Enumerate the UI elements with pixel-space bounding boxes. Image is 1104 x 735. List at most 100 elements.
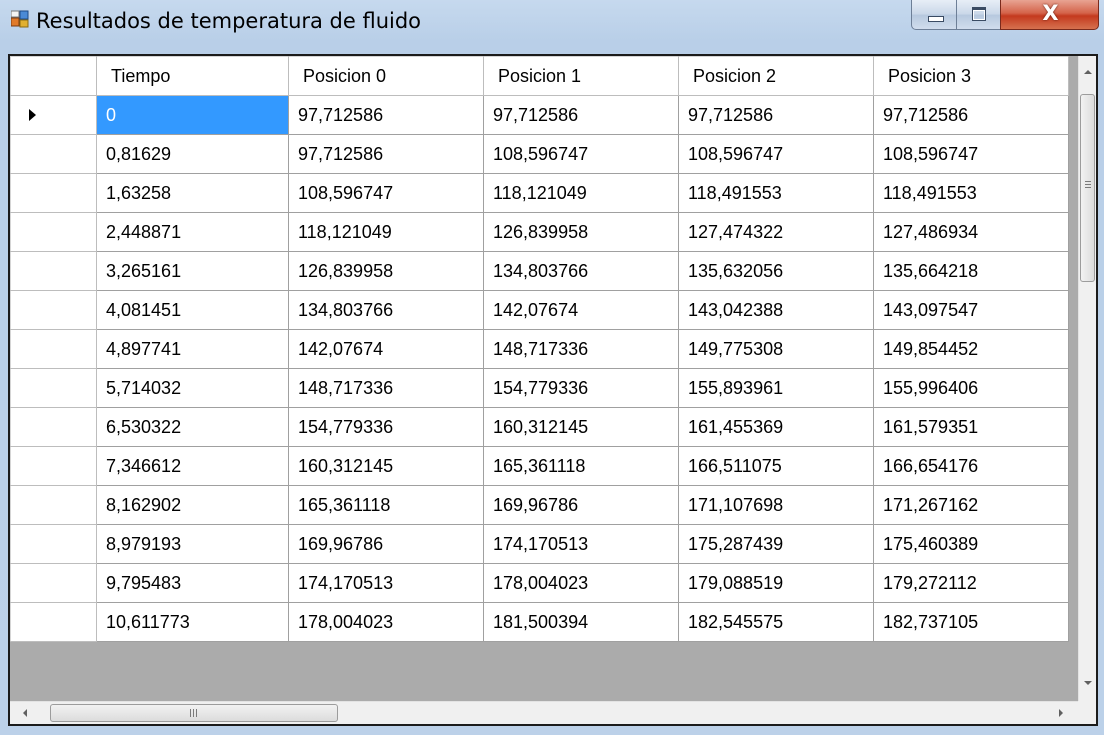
grid-cell[interactable]: 149,854452 bbox=[873, 329, 1069, 369]
grid-cell[interactable]: 179,272112 bbox=[873, 563, 1069, 603]
grid-cell[interactable]: 1,63258 bbox=[96, 173, 289, 213]
title-bar[interactable]: Resultados de temperatura de fluido X bbox=[0, 0, 1104, 44]
grid-cell[interactable]: 6,530322 bbox=[96, 407, 289, 447]
vertical-scroll-thumb[interactable] bbox=[1080, 94, 1095, 282]
grid-cell[interactable]: 127,486934 bbox=[873, 212, 1069, 252]
grid-cell[interactable]: 148,717336 bbox=[483, 329, 679, 369]
grid-cell[interactable]: 5,714032 bbox=[96, 368, 289, 408]
grid-cell[interactable]: 182,545575 bbox=[678, 602, 874, 642]
grid-cell[interactable]: 178,004023 bbox=[483, 563, 679, 603]
row-header-cell[interactable] bbox=[10, 485, 97, 525]
table-row[interactable]: 9,795483 174,170513 178,004023 179,088519 17… bbox=[10, 563, 1069, 603]
table-row[interactable]: 1,63258 108,596747 118,121049 118,491553 118… bbox=[10, 173, 1069, 213]
row-header-cell[interactable] bbox=[10, 446, 97, 486]
row-header-cell[interactable] bbox=[10, 602, 97, 642]
grid-cell[interactable]: 8,979193 bbox=[96, 524, 289, 564]
horizontal-scrollbar[interactable] bbox=[10, 701, 1078, 724]
grid-cell[interactable]: 126,839958 bbox=[483, 212, 679, 252]
table-row[interactable]: 4,081451 134,803766 142,07674 143,042388 143… bbox=[10, 290, 1069, 330]
row-header-cell[interactable] bbox=[10, 251, 97, 291]
vertical-scrollbar[interactable] bbox=[1078, 56, 1096, 701]
column-header-2[interactable]: Posicion 1 bbox=[483, 56, 679, 96]
grid-cell[interactable]: 2,448871 bbox=[96, 212, 289, 252]
grid-cell[interactable]: 108,596747 bbox=[483, 134, 679, 174]
scroll-down-button[interactable] bbox=[1079, 665, 1097, 701]
grid-cell[interactable]: 127,474322 bbox=[678, 212, 874, 252]
row-header-cell[interactable] bbox=[10, 407, 97, 447]
grid-cell[interactable]: 154,779336 bbox=[483, 368, 679, 408]
grid-cell[interactable]: 171,107698 bbox=[678, 485, 874, 525]
grid-cell[interactable]: 182,737105 bbox=[873, 602, 1069, 642]
grid-cell[interactable]: 118,491553 bbox=[873, 173, 1069, 213]
grid-cell[interactable]: 0,81629 bbox=[96, 134, 289, 174]
grid-cell[interactable]: 3,265161 bbox=[96, 251, 289, 291]
table-row[interactable]: 0 97,712586 97,712586 97,712586 97,712586 bbox=[10, 95, 1069, 135]
row-header-cell[interactable] bbox=[10, 173, 97, 213]
grid-cell[interactable]: 179,088519 bbox=[678, 563, 874, 603]
grid-cell[interactable]: 171,267162 bbox=[873, 485, 1069, 525]
grid-cell[interactable]: 142,07674 bbox=[288, 329, 484, 369]
scroll-up-button[interactable] bbox=[1079, 56, 1097, 92]
app-icon[interactable] bbox=[11, 10, 29, 28]
grid-cell[interactable]: 175,460389 bbox=[873, 524, 1069, 564]
grid-cell[interactable]: 97,712586 bbox=[678, 95, 874, 135]
top-left-header-cell[interactable] bbox=[10, 56, 97, 96]
scroll-right-button[interactable] bbox=[1044, 702, 1078, 724]
grid-cell[interactable]: 160,312145 bbox=[288, 446, 484, 486]
grid-cell[interactable]: 148,717336 bbox=[288, 368, 484, 408]
grid-cell[interactable]: 165,361118 bbox=[483, 446, 679, 486]
grid-cell[interactable]: 169,96786 bbox=[483, 485, 679, 525]
table-row[interactable]: 4,897741 142,07674 148,717336 149,775308 149… bbox=[10, 329, 1069, 369]
table-row[interactable]: 10,611773 178,004023 181,500394 182,545575 1… bbox=[10, 602, 1069, 642]
table-row[interactable]: 2,448871 118,121049 126,839958 127,474322 12… bbox=[10, 212, 1069, 252]
minimize-button[interactable] bbox=[911, 0, 957, 30]
grid-cell[interactable]: 7,346612 bbox=[96, 446, 289, 486]
grid-cell[interactable]: 174,170513 bbox=[483, 524, 679, 564]
grid-cell[interactable]: 118,121049 bbox=[483, 173, 679, 213]
grid-cell[interactable]: 135,632056 bbox=[678, 251, 874, 291]
table-row[interactable]: 7,346612 160,312145 165,361118 166,511075 16… bbox=[10, 446, 1069, 486]
grid-cell[interactable]: 175,287439 bbox=[678, 524, 874, 564]
row-header-cell[interactable] bbox=[10, 524, 97, 564]
grid-cell[interactable]: 149,775308 bbox=[678, 329, 874, 369]
grid-cell[interactable]: 181,500394 bbox=[483, 602, 679, 642]
grid-cell[interactable]: 134,803766 bbox=[288, 290, 484, 330]
row-header-cell[interactable] bbox=[10, 368, 97, 408]
row-header-cell[interactable] bbox=[10, 95, 97, 135]
table-row[interactable]: 8,162902 165,361118 169,96786 171,107698 171… bbox=[10, 485, 1069, 525]
row-header-cell[interactable] bbox=[10, 563, 97, 603]
column-header-3[interactable]: Posicion 2 bbox=[678, 56, 874, 96]
grid-cell[interactable]: 166,511075 bbox=[678, 446, 874, 486]
grid-cell[interactable]: 174,170513 bbox=[288, 563, 484, 603]
row-header-cell[interactable] bbox=[10, 290, 97, 330]
grid-cell[interactable]: 143,042388 bbox=[678, 290, 874, 330]
grid-cell[interactable]: 166,654176 bbox=[873, 446, 1069, 486]
grid-cell[interactable]: 4,081451 bbox=[96, 290, 289, 330]
grid-cell[interactable]: 169,96786 bbox=[288, 524, 484, 564]
horizontal-scroll-thumb[interactable] bbox=[50, 704, 338, 722]
grid-cell[interactable]: 161,455369 bbox=[678, 407, 874, 447]
table-row[interactable]: 5,714032 148,717336 154,779336 155,893961 15… bbox=[10, 368, 1069, 408]
grid-cell[interactable]: 142,07674 bbox=[483, 290, 679, 330]
close-button[interactable]: X bbox=[1000, 0, 1099, 30]
table-row[interactable]: 3,265161 126,839958 134,803766 135,632056 13… bbox=[10, 251, 1069, 291]
grid-cell[interactable]: 118,491553 bbox=[678, 173, 874, 213]
row-header-cell[interactable] bbox=[10, 212, 97, 252]
row-header-cell[interactable] bbox=[10, 134, 97, 174]
table-row[interactable]: 8,979193 169,96786 174,170513 175,287439 175… bbox=[10, 524, 1069, 564]
grid-cell[interactable]: 155,996406 bbox=[873, 368, 1069, 408]
grid-cell[interactable]: 97,712586 bbox=[288, 95, 484, 135]
grid-cell[interactable]: 108,596747 bbox=[288, 173, 484, 213]
grid-cell[interactable]: 97,712586 bbox=[288, 134, 484, 174]
column-header-1[interactable]: Posicion 0 bbox=[288, 56, 484, 96]
grid-cell[interactable]: 108,596747 bbox=[873, 134, 1069, 174]
column-header-0[interactable]: Tiempo bbox=[96, 56, 289, 96]
grid-cell[interactable]: 134,803766 bbox=[483, 251, 679, 291]
grid-cell[interactable]: 108,596747 bbox=[678, 134, 874, 174]
grid-cell[interactable]: 143,097547 bbox=[873, 290, 1069, 330]
grid-cell[interactable]: 97,712586 bbox=[873, 95, 1069, 135]
grid-cell[interactable]: 4,897741 bbox=[96, 329, 289, 369]
grid-cell[interactable]: 154,779336 bbox=[288, 407, 484, 447]
row-header-cell[interactable] bbox=[10, 329, 97, 369]
grid-cell[interactable]: 155,893961 bbox=[678, 368, 874, 408]
